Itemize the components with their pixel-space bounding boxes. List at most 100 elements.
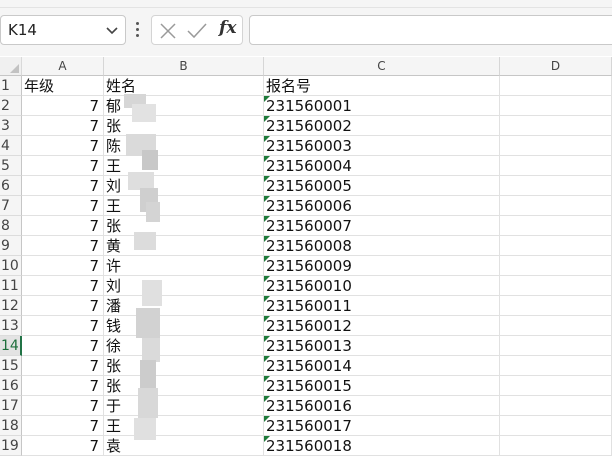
cell-grade[interactable]: 7 (22, 256, 104, 276)
cell-grade[interactable]: 7 (22, 376, 104, 396)
row-header[interactable]: 2 (0, 96, 22, 116)
cell-text: 231560002 (266, 117, 352, 135)
name-box-value: K14 (8, 21, 37, 39)
cell-empty[interactable] (500, 236, 612, 256)
cell-grade[interactable]: 7 (22, 156, 104, 176)
cell-reg-no[interactable]: 231560006 (264, 196, 500, 216)
cell-empty[interactable] (500, 356, 612, 376)
cell-text: 231560007 (266, 217, 352, 235)
cell-grade[interactable]: 7 (22, 336, 104, 356)
row-header[interactable]: 16 (0, 376, 22, 396)
cell-reg-no[interactable]: 231560014 (264, 356, 500, 376)
cell-grade[interactable]: 7 (22, 176, 104, 196)
cell-reg-no[interactable]: 231560008 (264, 236, 500, 256)
row-header[interactable]: 18 (0, 416, 22, 436)
cell-text: 231560012 (266, 317, 352, 335)
cell-empty[interactable] (500, 396, 612, 416)
cell-grade[interactable]: 7 (22, 276, 104, 296)
ribbon-divider (0, 7, 612, 8)
chevron-down-icon[interactable] (105, 23, 119, 37)
cell-reg-no[interactable]: 231560002 (264, 116, 500, 136)
more-vert-icon[interactable] (135, 22, 141, 40)
cell-grade[interactable]: 7 (22, 116, 104, 136)
row-header[interactable]: 17 (0, 396, 22, 416)
cell-grade[interactable]: 7 (22, 416, 104, 436)
check-icon[interactable] (186, 22, 208, 40)
cell-empty[interactable] (500, 416, 612, 436)
cell-empty[interactable] (500, 136, 612, 156)
text-number-indicator (264, 156, 270, 162)
cell-empty[interactable] (500, 316, 612, 336)
cell-grade[interactable]: 7 (22, 356, 104, 376)
column-header-a[interactable]: A (22, 57, 104, 76)
row-header[interactable]: 9 (0, 236, 22, 256)
row-header[interactable]: 4 (0, 136, 22, 156)
cell-grade[interactable]: 7 (22, 436, 104, 456)
text-number-indicator (264, 116, 270, 122)
row-header[interactable]: 10 (0, 256, 22, 276)
formula-input[interactable] (249, 15, 612, 45)
cell-grade[interactable]: 7 (22, 196, 104, 216)
cell-grade[interactable]: 7 (22, 236, 104, 256)
cell-reg-no[interactable]: 231560004 (264, 156, 500, 176)
cell-empty[interactable] (500, 376, 612, 396)
cell-reg-no[interactable]: 231560011 (264, 296, 500, 316)
cell-empty[interactable] (500, 116, 612, 136)
name-box[interactable]: K14 (0, 15, 126, 45)
row-header[interactable]: 19 (0, 436, 22, 456)
cell-reg-no[interactable]: 231560009 (264, 256, 500, 276)
row-header[interactable]: 6 (0, 176, 22, 196)
cell-empty[interactable] (500, 296, 612, 316)
cell-grade[interactable]: 7 (22, 136, 104, 156)
row-header[interactable]: 13 (0, 316, 22, 336)
cell-grade[interactable]: 7 (22, 216, 104, 236)
row-header[interactable]: 7 (0, 196, 22, 216)
cell-reg-no[interactable]: 231560001 (264, 96, 500, 116)
cell-grade[interactable]: 7 (22, 316, 104, 336)
cell-empty[interactable] (500, 216, 612, 236)
cell-text: 231560017 (266, 417, 352, 435)
cell-empty[interactable] (500, 336, 612, 356)
cell-reg-no[interactable]: 231560005 (264, 176, 500, 196)
cell-empty[interactable] (500, 196, 612, 216)
cell-empty[interactable] (500, 436, 612, 456)
row-header[interactable]: 14 (0, 336, 22, 356)
cell-text: 231560010 (266, 277, 352, 295)
header-grade[interactable]: 年级 (22, 76, 104, 96)
cell-grade[interactable]: 7 (22, 296, 104, 316)
cell-empty[interactable] (500, 156, 612, 176)
row-header[interactable]: 3 (0, 116, 22, 136)
row-header[interactable]: 15 (0, 356, 22, 376)
cell-grade[interactable]: 7 (22, 396, 104, 416)
cell-empty[interactable] (500, 176, 612, 196)
column-header-b[interactable]: B (104, 57, 264, 76)
row-header[interactable]: 11 (0, 276, 22, 296)
cell-grade[interactable]: 7 (22, 96, 104, 116)
cell-empty[interactable] (500, 256, 612, 276)
cell-empty[interactable] (500, 76, 612, 96)
select-all-corner[interactable] (0, 57, 22, 76)
row-header[interactable]: 5 (0, 156, 22, 176)
row-header[interactable]: 8 (0, 216, 22, 236)
row-header[interactable]: 1 (0, 76, 22, 96)
cell-reg-no[interactable]: 231560003 (264, 136, 500, 156)
cell-reg-no[interactable]: 231560012 (264, 316, 500, 336)
cell-empty[interactable] (500, 276, 612, 296)
cell-reg-no[interactable]: 231560016 (264, 396, 500, 416)
cell-empty[interactable] (500, 96, 612, 116)
redaction-mosaic (124, 94, 162, 440)
fx-icon[interactable]: fx (219, 18, 236, 38)
cell-reg-no[interactable]: 231560013 (264, 336, 500, 356)
cell-reg-no[interactable]: 231560007 (264, 216, 500, 236)
cell-reg-no[interactable]: 231560010 (264, 276, 500, 296)
cell-reg-no[interactable]: 231560018 (264, 436, 500, 456)
cell-reg-no[interactable]: 231560017 (264, 416, 500, 436)
row-header[interactable]: 12 (0, 296, 22, 316)
header-reg-no[interactable]: 报名号 (264, 76, 500, 96)
column-header-d[interactable]: D (500, 57, 612, 76)
text-number-indicator (264, 176, 270, 182)
column-header-c[interactable]: C (264, 57, 500, 76)
cell-reg-no[interactable]: 231560015 (264, 376, 500, 396)
cancel-icon[interactable] (159, 22, 177, 40)
text-number-indicator (264, 96, 270, 102)
